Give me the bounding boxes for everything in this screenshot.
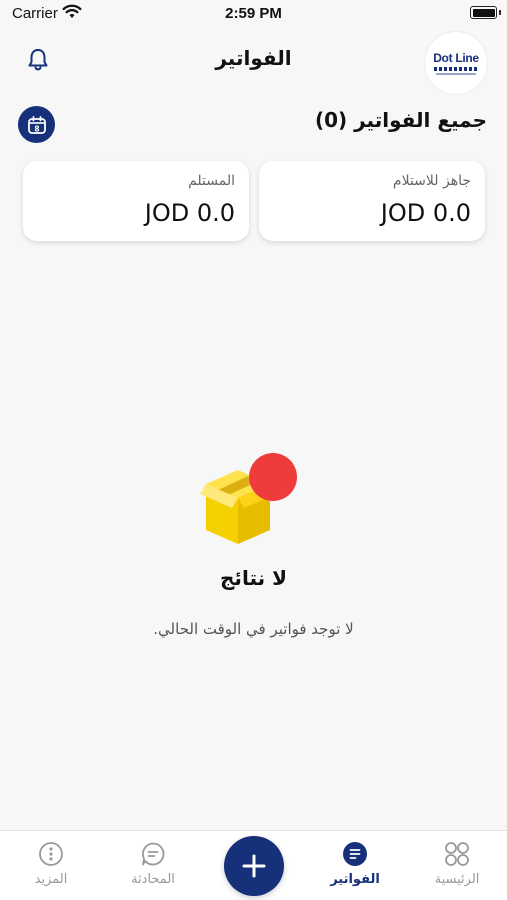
- status-time: 2:59 PM: [225, 5, 282, 22]
- home-grid-icon: [445, 842, 469, 866]
- plus-icon: [242, 854, 266, 878]
- empty-state-subtitle: لا توجد فواتير في الوقت الحالي.: [153, 620, 354, 638]
- received-summary-card[interactable]: المستلم JOD 0.0: [23, 161, 249, 241]
- battery-icon: [470, 6, 501, 19]
- tab-home-label: الرئيسية: [434, 872, 480, 887]
- empty-box-icon: [200, 453, 297, 544]
- all-invoices-title: جميع الفواتير (0): [314, 108, 487, 132]
- tab-invoices[interactable]: الفواتير: [310, 841, 400, 887]
- logo-dots: [434, 67, 478, 71]
- tab-more[interactable]: المزيد: [6, 841, 96, 887]
- empty-state-title: لا نتائج: [220, 566, 287, 590]
- tab-chat[interactable]: المحادثة: [108, 841, 198, 887]
- logo-subline: [436, 73, 476, 75]
- add-invoice-button[interactable]: [224, 836, 284, 896]
- ready-summary-card[interactable]: جاهز للاستلام JOD 0.0: [259, 161, 485, 241]
- chat-icon: [142, 842, 165, 866]
- status-bar: Carrier 2:59 PM: [0, 0, 507, 28]
- received-label: المستلم: [188, 173, 235, 189]
- calendar-icon: 8: [27, 115, 46, 134]
- tab-invoices-label: الفواتير: [330, 872, 380, 887]
- calendar-day: 8: [34, 124, 39, 133]
- received-amount: JOD 0.0: [144, 199, 235, 227]
- tab-home[interactable]: الرئيسية: [412, 841, 502, 887]
- ready-amount: JOD 0.0: [380, 199, 471, 227]
- tab-more-label: المزيد: [34, 872, 68, 887]
- invoices-icon: [343, 842, 367, 866]
- ready-label: جاهز للاستلام: [392, 173, 471, 189]
- calendar-filter-button[interactable]: 8: [18, 106, 55, 143]
- company-logo: Dot Line: [425, 32, 487, 94]
- tab-chat-label: المحادثة: [131, 872, 175, 887]
- app-header: الفواتير Dot Line: [0, 32, 507, 94]
- more-icon: [39, 842, 63, 866]
- logo-text: Dot Line: [433, 51, 479, 65]
